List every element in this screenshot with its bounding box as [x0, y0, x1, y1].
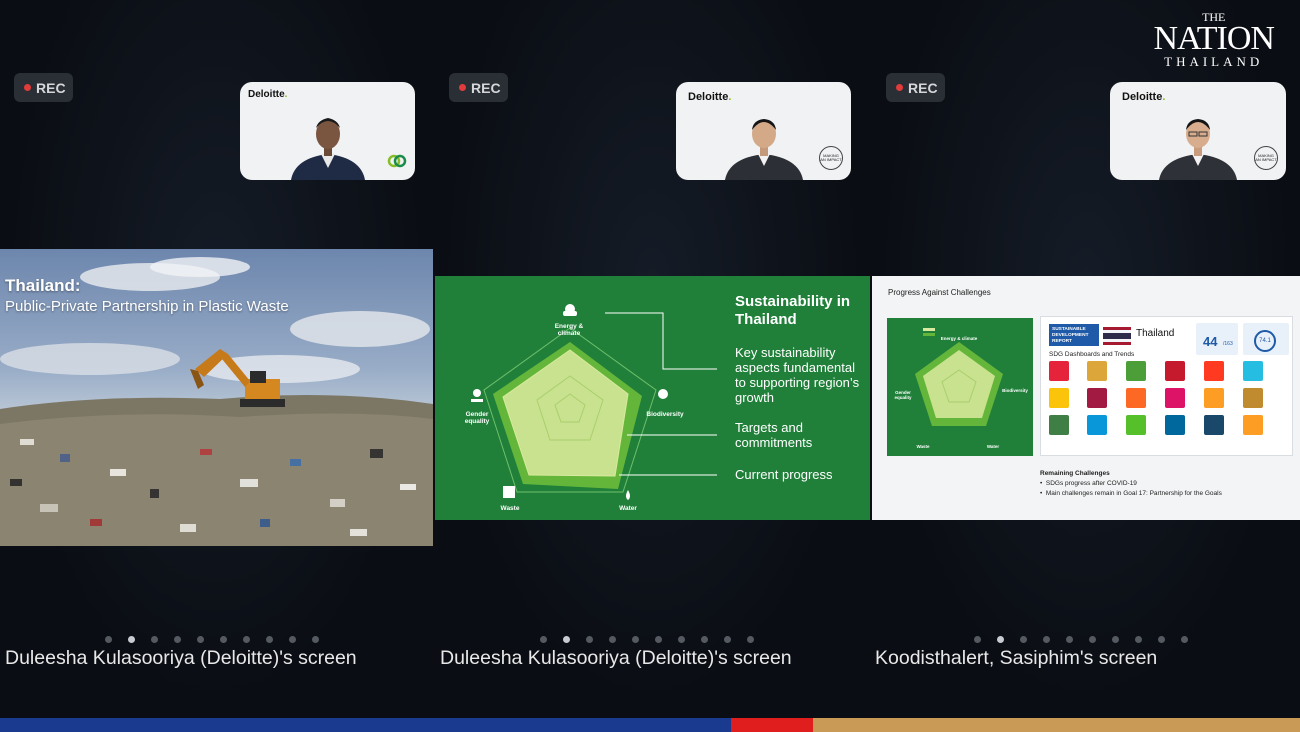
speaker-video — [724, 119, 803, 180]
screen-owner-label: Duleesha Kulasooriya (Deloitte)'s screen — [440, 647, 792, 669]
score-box: 74.1 — [1243, 323, 1289, 355]
screen-owner-label: Koodisthalert, Sasiphim's screen — [875, 647, 1158, 669]
slide-title: Thailand: — [5, 276, 81, 295]
camera-thumbnail[interactable]: Deloitte. — [240, 82, 415, 180]
record-dot-icon — [896, 84, 903, 91]
pager-dot[interactable] — [105, 636, 112, 643]
event-badge-icon: MAKING AN IMPACT — [819, 146, 843, 170]
svg-text:Biodiversity: Biodiversity — [646, 411, 684, 418]
pager-dots[interactable] — [105, 636, 319, 643]
pager-dot[interactable] — [1135, 636, 1142, 643]
pager-dot[interactable] — [1020, 636, 1027, 643]
pager-dot-active[interactable] — [997, 636, 1004, 643]
slide-point-3: Current progress — [735, 467, 833, 482]
deloitte-logo: Deloitte. — [248, 89, 288, 100]
brand-bar-red — [731, 718, 813, 732]
pager-dots[interactable] — [540, 636, 754, 643]
pager-dot-active[interactable] — [563, 636, 570, 643]
svg-text:Water: Water — [619, 505, 637, 512]
pager-dot[interactable] — [1181, 636, 1188, 643]
record-dot-icon — [459, 84, 466, 91]
pager-dot-active[interactable] — [128, 636, 135, 643]
slide-point-2: Targets and commitments — [735, 420, 813, 450]
rec-indicator: REC — [14, 73, 73, 102]
sdg-report-badge: SUSTAINABLE DEVELOPMENT REPORT — [1049, 324, 1099, 346]
rec-indicator: REC — [886, 73, 945, 102]
sdg-report-panel: SUSTAINABLE DEVELOPMENT REPORT Thailand … — [1040, 316, 1293, 456]
participant-panel-3[interactable]: REC Deloitte. MAKING AN IMPACT Progress … — [872, 0, 1300, 718]
participant-panel-2[interactable]: REC Deloitte. MAKING AN IMPACT Energy & … — [435, 0, 870, 718]
pager-dot[interactable] — [312, 636, 319, 643]
event-logo-icon — [387, 154, 407, 168]
pager-dot[interactable] — [586, 636, 593, 643]
svg-text:equality: equality — [465, 418, 490, 425]
pager-dot[interactable] — [609, 636, 616, 643]
pager-dot[interactable] — [632, 636, 639, 643]
remaining-challenges: Remaining Challenges • SDGs progress aft… — [1040, 470, 1222, 497]
pager-dot[interactable] — [974, 636, 981, 643]
deloitte-logo: Deloitte. — [688, 91, 732, 103]
pager-dot[interactable] — [540, 636, 547, 643]
pager-dot[interactable] — [151, 636, 158, 643]
participant-panel-1[interactable]: REC Deloitte. Thailand: Public-Private P… — [0, 0, 433, 718]
pager-dot[interactable] — [197, 636, 204, 643]
svg-text:Energy & climate: Energy & climate — [941, 336, 978, 341]
pager-dot[interactable] — [243, 636, 250, 643]
pager-dot[interactable] — [701, 636, 708, 643]
speaker-video — [1159, 119, 1237, 180]
shared-slide-sustainability: Energy & climate Biodiversity Water Waste… — [435, 276, 870, 520]
slide-title: Sustainability in Thailand — [735, 293, 851, 328]
pager-dot[interactable] — [747, 636, 754, 643]
thailand-flag-icon — [1103, 327, 1131, 345]
mini-radar-diagram: Energy & climateBiodiversity WaterWasteG… — [894, 328, 1028, 449]
svg-text:Biodiversity: Biodiversity — [1002, 388, 1028, 393]
slide-subtitle: Public-Private Partnership in Plastic Wa… — [5, 298, 289, 315]
slide-point-1: Key sustainability aspects fundamental t… — [735, 345, 860, 405]
deloitte-logo: Deloitte. — [1122, 91, 1166, 103]
svg-text:Water: Water — [987, 444, 1000, 449]
pager-dot[interactable] — [1158, 636, 1165, 643]
svg-text:equality: equality — [894, 395, 912, 400]
shared-slide-plastic-waste: Thailand: Public-Private Partnership in … — [0, 249, 433, 546]
pager-dot[interactable] — [1112, 636, 1119, 643]
pager-dot[interactable] — [266, 636, 273, 643]
rank-box: 44 /163 — [1196, 323, 1238, 355]
nation-thailand-logo: THE NATION THAILAND — [1153, 10, 1275, 69]
pager-dot[interactable] — [678, 636, 685, 643]
brand-bar-gold — [813, 718, 1300, 732]
svg-text:Waste: Waste — [501, 505, 520, 512]
screen-owner-label: Duleesha Kulasooriya (Deloitte)'s screen — [5, 647, 357, 669]
svg-text:Waste: Waste — [916, 444, 930, 449]
camera-thumbnail[interactable]: Deloitte. MAKING AN IMPACT — [676, 82, 851, 180]
pager-dot[interactable] — [1089, 636, 1096, 643]
camera-thumbnail[interactable]: Deloitte. MAKING AN IMPACT — [1110, 82, 1286, 180]
pager-dot[interactable] — [1066, 636, 1073, 643]
pager-dot[interactable] — [1043, 636, 1050, 643]
event-badge-icon: MAKING AN IMPACT — [1254, 146, 1278, 170]
record-dot-icon — [24, 84, 31, 91]
dashboard-heading: SDG Dashboards and Trends — [1049, 351, 1135, 358]
pager-dot[interactable] — [655, 636, 662, 643]
slide-title: Progress Against Challenges — [888, 288, 991, 297]
video-call-grid: REC Deloitte. Thailand: Public-Private P… — [0, 0, 1300, 718]
shared-slide-progress: Progress Against Challenges Energy & cli… — [872, 276, 1300, 520]
svg-text:Energy &: Energy & — [555, 323, 584, 330]
brand-bar-blue — [0, 718, 731, 732]
pager-dot[interactable] — [724, 636, 731, 643]
pager-dot[interactable] — [174, 636, 181, 643]
mini-radar-slide: Energy & climate Biodiversity Water Waste G… — [887, 318, 1033, 456]
pager-dots[interactable] — [974, 636, 1188, 643]
pager-dot[interactable] — [220, 636, 227, 643]
pager-dot[interactable] — [289, 636, 296, 643]
svg-text:Gender: Gender — [466, 411, 489, 418]
svg-text:climate: climate — [558, 330, 581, 337]
country-name: Thailand — [1136, 328, 1175, 339]
speaker-video — [290, 118, 365, 180]
rec-indicator: REC — [449, 73, 508, 102]
